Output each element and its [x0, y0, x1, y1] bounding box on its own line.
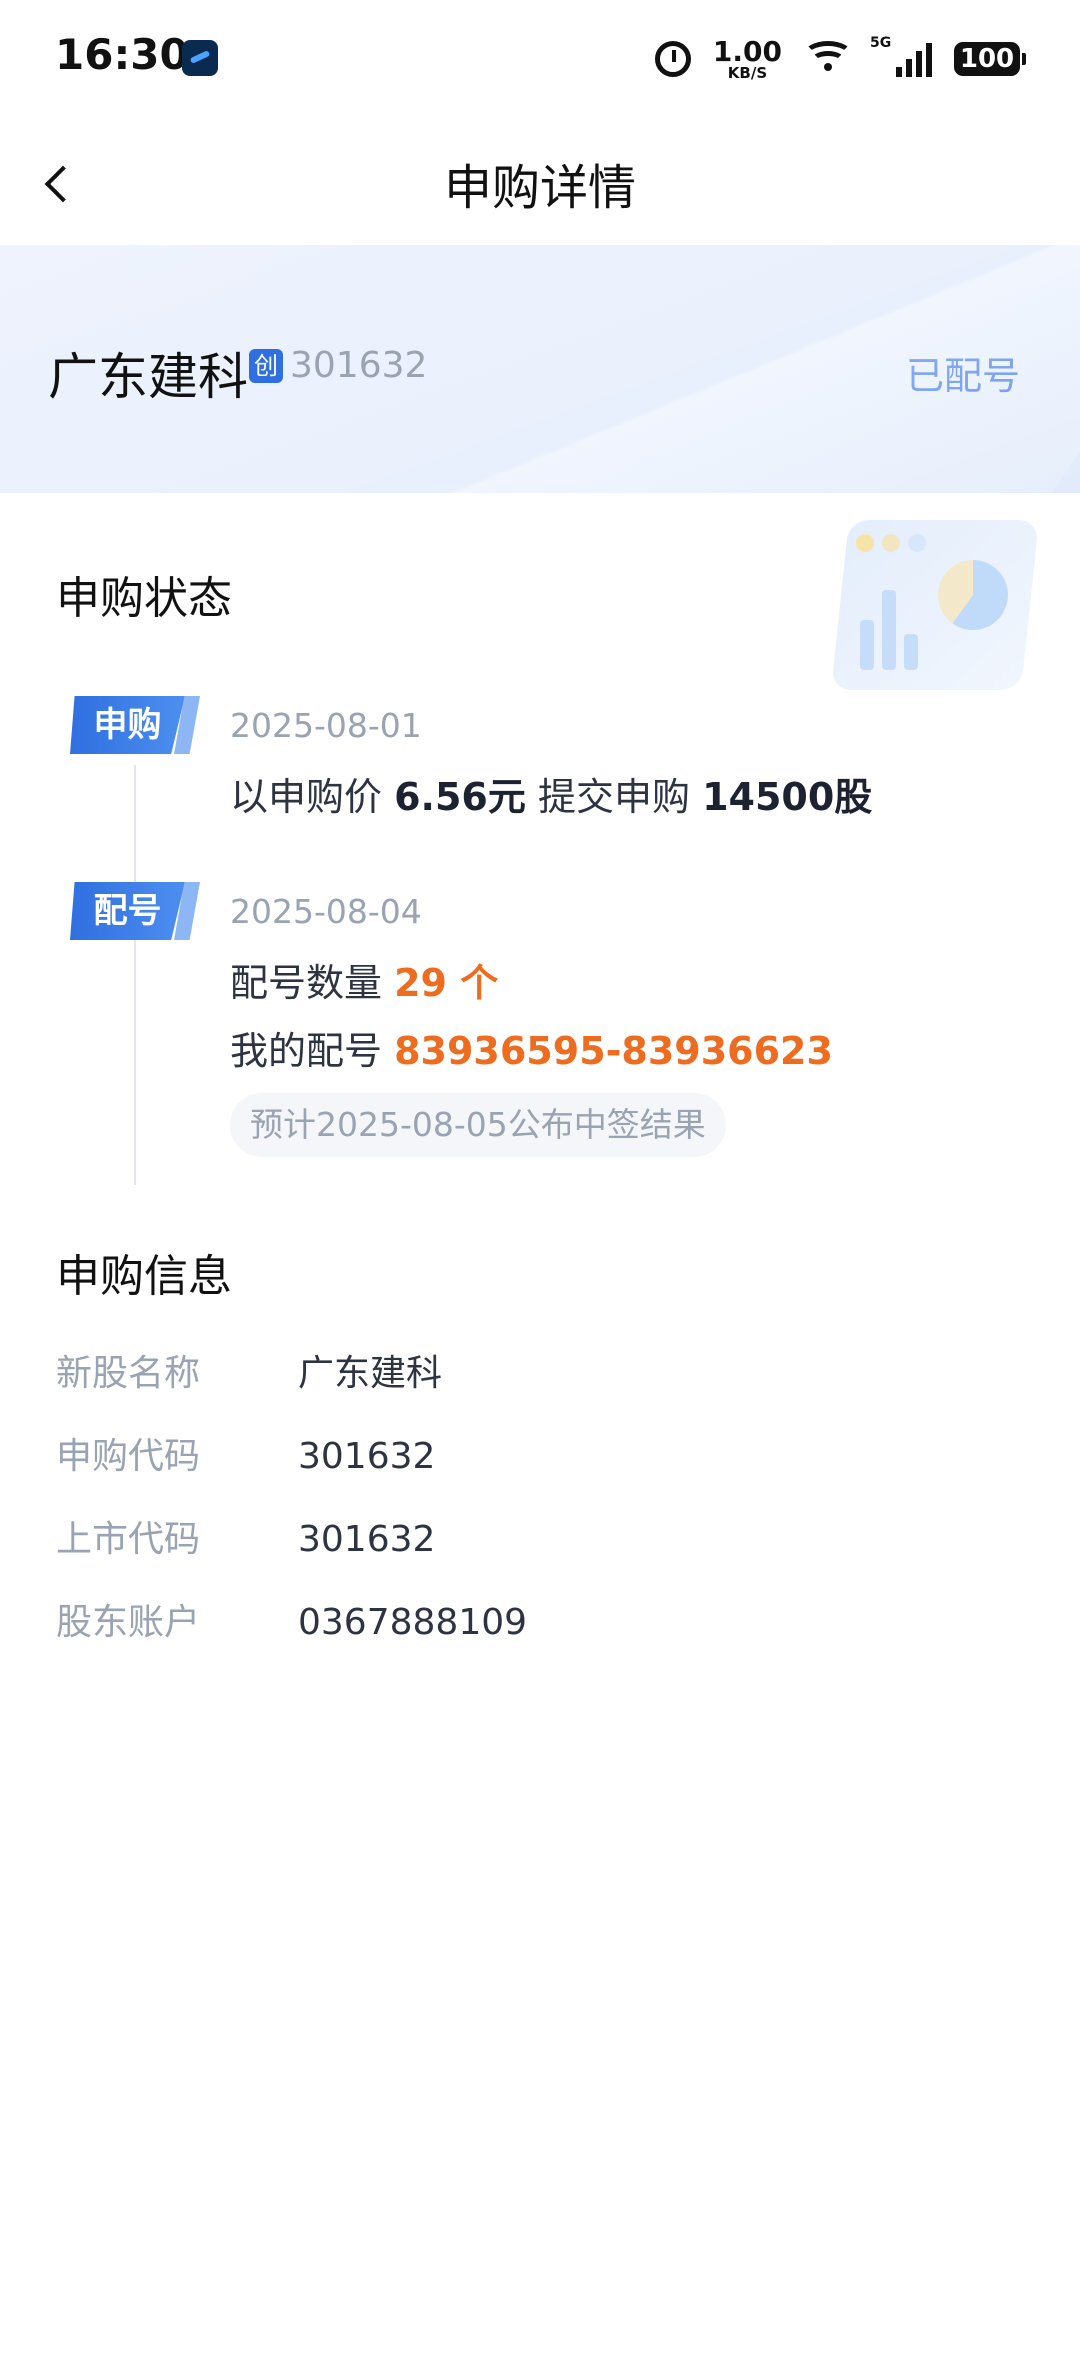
status-time: 16:30	[55, 30, 189, 79]
stock-name: 广东建科	[48, 348, 248, 406]
my-numbers-row: 我的配号 83936595-83936623	[230, 1020, 833, 1075]
step-date: 2025-08-01	[230, 706, 422, 745]
wifi-icon	[803, 41, 853, 77]
nav-bar: 申购详情	[0, 120, 1080, 245]
cellular-signal-icon: 5G	[870, 35, 932, 77]
timeline-line	[134, 765, 136, 1185]
info-label: 申购代码	[56, 1436, 201, 1477]
subscription-info-title: 申购信息	[56, 1251, 232, 1302]
info-label: 股东账户	[56, 1602, 201, 1643]
step-tag-allocation: 配号	[70, 882, 200, 940]
allocation-status: 已配号	[905, 354, 1020, 398]
step-tag-label: 申购	[93, 705, 162, 745]
chart-illustration-icon	[820, 510, 1040, 700]
status-icons: 1.00 KB/S 5G 100	[654, 34, 1026, 84]
network-speed-value: 1.00	[712, 34, 782, 68]
subscription-status-title: 申购状态	[56, 573, 232, 624]
info-value: 301632	[298, 1436, 436, 1477]
subscribe-detail: 以申购价 6.56元 提交申购 14500股	[230, 766, 872, 821]
alarm-icon	[654, 41, 691, 77]
info-label: 新股名称	[56, 1353, 201, 1394]
allocation-count-label: 配号数量	[230, 961, 383, 1005]
network-speed-unit: KB/S	[727, 63, 768, 82]
step-date: 2025-08-04	[230, 892, 422, 931]
my-numbers-value: 83936595-83936623	[394, 1029, 833, 1073]
lottery-result-notice: 预计2025-08-05公布中签结果	[230, 1093, 726, 1157]
info-row: 股东账户 0367888109	[56, 1593, 527, 1645]
network-speed: 1.00 KB/S	[712, 34, 782, 82]
step-tag-label: 配号	[93, 891, 162, 931]
info-value: 0367888109	[298, 1602, 528, 1643]
network-type-label: 5G	[870, 35, 892, 51]
info-row: 新股名称 广东建科	[56, 1344, 442, 1396]
info-row: 申购代码 301632	[56, 1427, 435, 1479]
subscribe-submit-label: 提交申购	[537, 775, 690, 819]
allocation-count-value: 29 个	[394, 961, 499, 1005]
my-numbers-label: 我的配号	[230, 1029, 383, 1073]
subscribe-quantity: 14500股	[702, 775, 873, 819]
board-badge: 创	[249, 349, 283, 383]
stock-code: 301632	[290, 345, 428, 386]
info-value: 广东建科	[298, 1353, 443, 1394]
stock-header-banner: 广东建科 创 301632 已配号	[0, 245, 1080, 493]
subscribe-price-label: 以申购价	[230, 775, 383, 819]
battery-icon: 100	[954, 42, 1026, 76]
info-row: 上市代码 301632	[56, 1510, 435, 1562]
page-title: 申购详情	[443, 160, 636, 216]
subscribe-price: 6.56元	[394, 775, 526, 819]
app-notification-icon	[182, 40, 218, 76]
status-bar: 16:30 1.00 KB/S 5G 100	[0, 0, 1080, 120]
info-value: 301632	[298, 1519, 436, 1560]
allocation-count-row: 配号数量 29 个	[230, 952, 498, 1007]
step-tag-subscribe: 申购	[70, 696, 200, 754]
info-label: 上市代码	[56, 1519, 201, 1560]
